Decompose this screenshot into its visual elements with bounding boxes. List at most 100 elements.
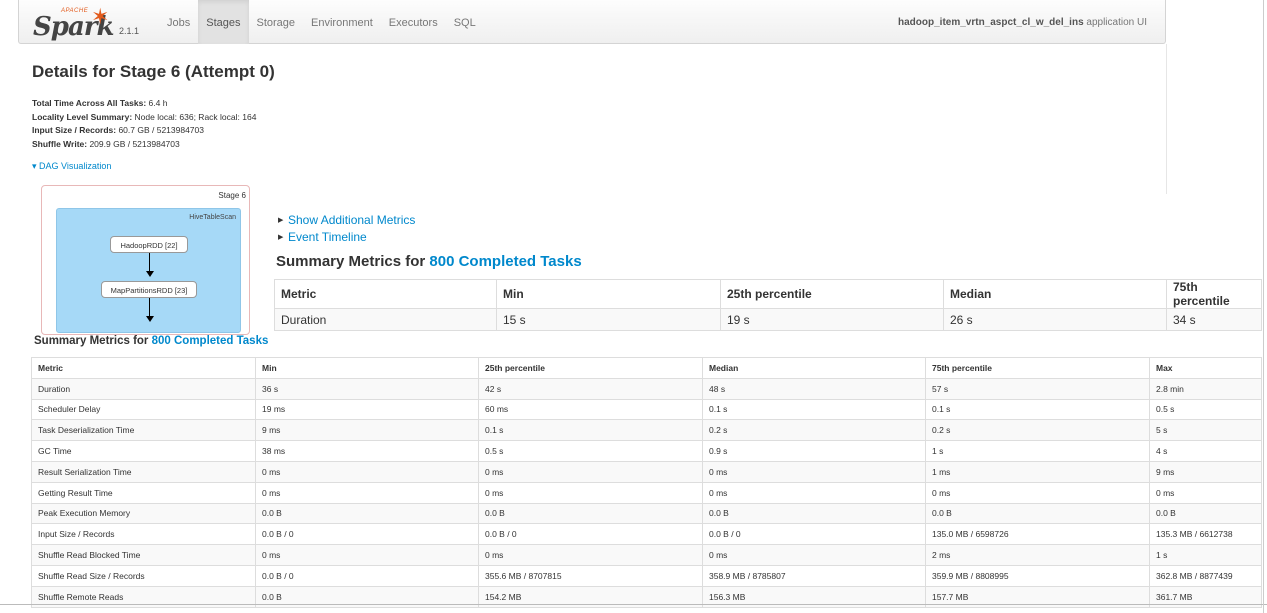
table-cell: 0 ms — [255, 544, 479, 566]
table-cell: 0 ms — [255, 460, 479, 483]
table-cell: Task Deserialization Time — [31, 419, 256, 442]
table-cell: 1 s — [925, 440, 1150, 462]
info-value: 60.7 GB / 5213984703 — [116, 125, 204, 136]
top-navbar: APACHE Spark ✶ 2.1.1 Jobs Stages Storage… — [18, 0, 1166, 44]
stage-info: Total Time Across All Tasks: 6.4 h Local… — [32, 97, 256, 151]
table-cell: 0.5 s — [478, 440, 703, 462]
completed-tasks-link[interactable]: 800 Completed Tasks — [429, 253, 581, 270]
info-input-size: Input Size / Records: 60.7 GB / 52139847… — [32, 124, 256, 138]
event-timeline-toggle[interactable]: Event Timeline — [278, 229, 415, 246]
table-cell: 19 s — [720, 308, 944, 331]
info-value: Node local: 636; Rack local: 164 — [132, 111, 257, 122]
summary-metrics-heading-large: Summary Metrics for 800 Completed Tasks — [276, 253, 582, 270]
table-cell: 0.0 B — [478, 502, 703, 525]
summary-metrics-heading: Summary Metrics for 800 Completed Tasks — [34, 335, 269, 347]
table-row: Result Serialization Time 0 ms 0 ms 0 ms 1 m… — [31, 460, 1262, 483]
header-cell[interactable]: Max — [1149, 357, 1262, 379]
header-cell[interactable]: 25th percentile — [478, 357, 703, 379]
table-row: Duration 36 s 42 s 48 s 57 s 2.8 min — [31, 377, 1262, 400]
heading-prefix: Summary Metrics for — [276, 253, 430, 270]
table-cell: Shuffle Read Blocked Time — [31, 544, 256, 566]
spark-star-icon: ✶ — [91, 4, 110, 29]
page-title: Details for Stage 6 (Attempt 0) — [32, 62, 275, 81]
table-cell: Duration — [31, 377, 256, 400]
header-cell[interactable]: Median — [943, 279, 1167, 309]
table-cell: 0.1 s — [925, 398, 1150, 421]
table-row: Task Deserialization Time 9 ms 0.1 s 0.2 s0… — [31, 419, 1262, 442]
info-value: 6.4 h — [146, 98, 168, 108]
table-cell: 0.0 B / 0 — [702, 523, 926, 546]
table-row: Shuffle Read Blocked Time 0 ms 0 ms 0 ms 2 m… — [31, 544, 1262, 566]
table-row: Scheduler Delay 19 ms 60 ms 0.1 s 0.1 s 0.5 s — [31, 398, 1262, 421]
spark-version: 2.1.1 — [119, 26, 140, 36]
table-cell: 5 s — [1149, 419, 1262, 442]
table-cell: 4 s — [1149, 440, 1262, 462]
nav-stages[interactable]: Stages — [198, 0, 249, 44]
dag-visualization-toggle[interactable]: ▾ DAG Visualization — [32, 161, 111, 172]
table-cell: 0 ms — [255, 481, 479, 504]
header-cell[interactable]: Min — [255, 357, 479, 379]
table-cell: Shuffle Read Size / Records — [31, 564, 256, 587]
table-header-row: Metric Min 25th percentile Median 75th p… — [31, 357, 1262, 379]
table-cell: 60 ms — [478, 398, 703, 421]
table-cell: 0 ms — [1149, 481, 1262, 504]
arrow-down-icon — [146, 316, 154, 322]
header-cell[interactable]: Metric — [31, 357, 256, 379]
table-cell: 9 ms — [1149, 460, 1262, 483]
table-cell: 42 s — [478, 377, 703, 400]
summary-metrics-table-large: Metric Min 25th percentile Median 75th p… — [274, 279, 1262, 331]
table-row: Peak Execution Memory 0.0 B 0.0 B 0.0 B 0.0 … — [31, 502, 1262, 525]
header-cell[interactable]: Metric — [274, 279, 497, 309]
table-cell: GC Time — [31, 440, 256, 462]
info-locality: Locality Level Summary: Node local: 636;… — [32, 111, 256, 125]
table-cell: 0.5 s — [1149, 398, 1262, 421]
nav-sql[interactable]: SQL — [446, 0, 484, 44]
table-cell: 0.9 s — [702, 440, 926, 462]
table-cell: 0.0 B / 0 — [478, 523, 703, 546]
table-cell: 0 ms — [478, 481, 703, 504]
nav-jobs[interactable]: Jobs — [159, 0, 198, 44]
table-cell: 0 ms — [478, 544, 703, 566]
table-cell: 0.0 B / 0 — [255, 523, 479, 546]
table-cell: 1 s — [1149, 544, 1262, 566]
heading-prefix: Summary Metrics for — [34, 335, 152, 347]
show-additional-metrics-toggle[interactable]: Show Additional Metrics — [278, 212, 415, 229]
dag-stage-box: Stage 6 HiveTableScan HadoopRDD [22] Map… — [41, 185, 250, 335]
header-cell[interactable]: Min — [496, 279, 721, 309]
dag-node-hadooprdd[interactable]: HadoopRDD [22] — [110, 236, 188, 253]
arrow-down-icon — [146, 271, 154, 277]
table-cell: 0.1 s — [702, 398, 926, 421]
header-cell[interactable]: 75th percentile — [925, 357, 1150, 379]
table-cell: 355.6 MB / 8707815 — [478, 564, 703, 587]
right-border — [1263, 0, 1264, 613]
divider — [1166, 44, 1167, 194]
dag-cluster-label: HiveTableScan — [189, 214, 236, 221]
completed-tasks-link[interactable]: 800 Completed Tasks — [152, 335, 269, 347]
table-header-row: Metric Min 25th percentile Median 75th p… — [274, 279, 1262, 309]
dag-cluster-hivetablescan: HiveTableScan HadoopRDD [22] MapPartitio… — [56, 208, 241, 333]
table-cell: 9 ms — [255, 419, 479, 442]
table-cell: 26 s — [943, 308, 1167, 331]
nav-environment[interactable]: Environment — [303, 0, 381, 44]
nav-executors[interactable]: Executors — [381, 0, 446, 44]
header-cell[interactable]: Median — [702, 357, 926, 379]
table-cell: 0.0 B — [925, 502, 1150, 525]
header-cell[interactable]: 25th percentile — [720, 279, 944, 309]
table-cell: 0 ms — [702, 481, 926, 504]
table-cell: 19 ms — [255, 398, 479, 421]
table-cell: 0.0 B — [255, 502, 479, 525]
table-cell: 0.0 B / 0 — [255, 564, 479, 587]
table-cell: 358.9 MB / 8785807 — [702, 564, 926, 587]
table-row: Shuffle Read Size / Records 0.0 B / 0 355.… — [31, 564, 1262, 587]
table-cell: 0.2 s — [702, 419, 926, 442]
table-cell: 0.0 B — [702, 502, 926, 525]
table-cell: Input Size / Records — [31, 523, 256, 546]
info-value: 209.9 GB / 5213984703 — [87, 138, 180, 149]
table-cell: 2 ms — [925, 544, 1150, 566]
header-cell[interactable]: 75th percentile — [1166, 279, 1262, 309]
info-label: Input Size / Records: — [32, 125, 117, 136]
table-cell: 0.0 B — [1149, 502, 1262, 525]
dag-node-mappartitionsrdd[interactable]: MapPartitionsRDD [23] — [101, 281, 197, 298]
nav-storage[interactable]: Storage — [249, 0, 304, 44]
nav-links: Jobs Stages Storage Environment Executor… — [159, 0, 484, 44]
